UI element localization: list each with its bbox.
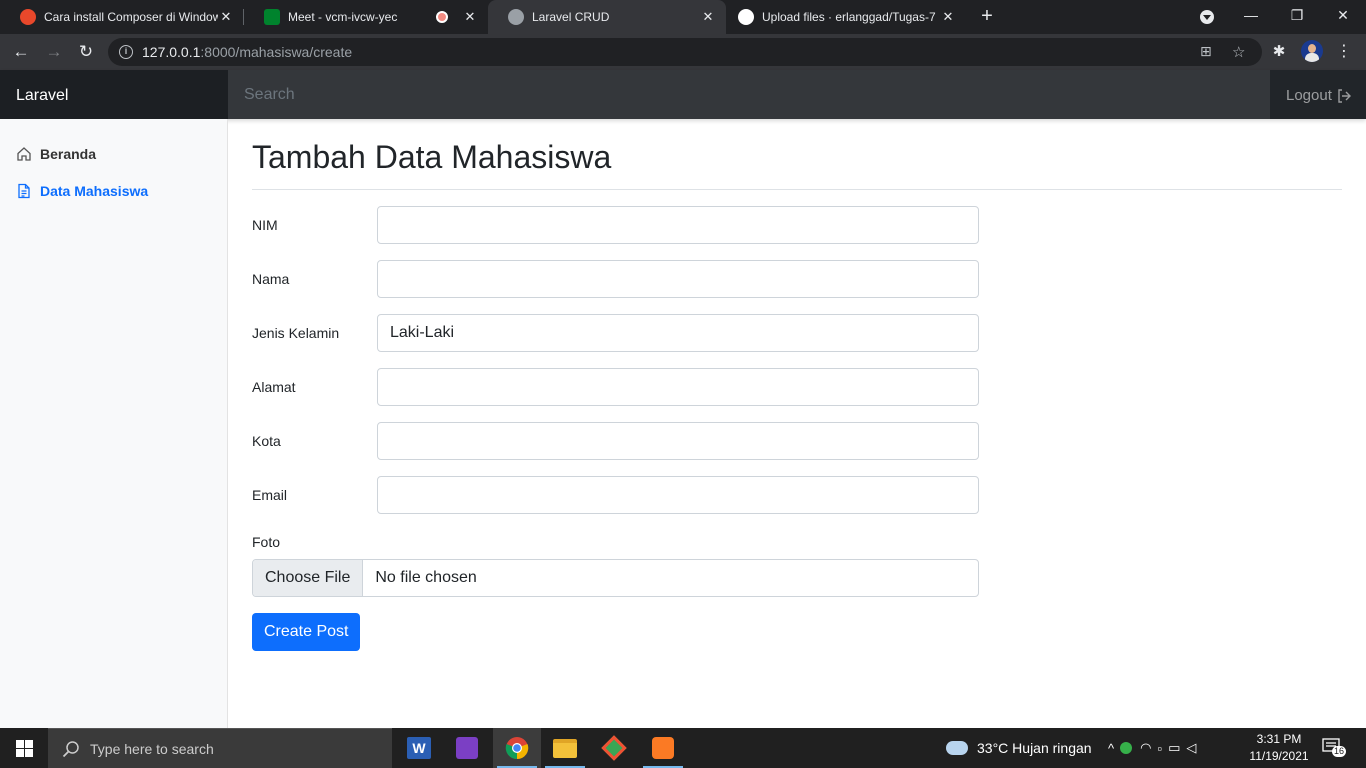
url-text[interactable]: 127.0.0.1:8000/mahasiswa/create	[142, 44, 352, 60]
divider	[252, 189, 1342, 190]
reload-icon[interactable]: ↻	[74, 40, 98, 64]
visual-studio-app-icon[interactable]	[443, 728, 491, 768]
brand-link[interactable]: Laravel	[0, 70, 228, 119]
restore-icon[interactable]: ❐	[1274, 0, 1320, 34]
sidebar-item-label: Data Mahasiswa	[40, 183, 149, 199]
foto-file-input[interactable]: Choose File No file chosen	[252, 559, 979, 597]
battery-icon[interactable]: ▭	[1168, 740, 1186, 756]
kota-label: Kota	[252, 433, 281, 449]
tab-title: Upload files · erlanggad/Tugas-7	[762, 10, 936, 24]
nim-label: NIM	[252, 217, 278, 233]
kota-field[interactable]	[377, 422, 979, 460]
menu-icon[interactable]: ⋮	[1332, 40, 1356, 64]
word-app-icon[interactable]: W	[395, 728, 443, 768]
forward-icon[interactable]: →	[42, 40, 66, 64]
browser-tab-strip: Cara install Composer di Window ✕ Meet -…	[0, 0, 1366, 34]
taskbar-search-placeholder: Type here to search	[90, 740, 214, 757]
foto-label: Foto	[252, 534, 281, 550]
app-navbar: Laravel Logout	[0, 70, 1366, 119]
tab-github-upload[interactable]: Upload files · erlanggad/Tugas-7 ✕	[726, 0, 966, 34]
home-icon	[17, 147, 31, 161]
alamat-field[interactable]	[377, 368, 979, 406]
tab-title: Cara install Composer di Window	[44, 10, 218, 24]
new-tab-button[interactable]: +	[976, 4, 998, 28]
sidebar-item-label: Beranda	[40, 146, 97, 162]
email-label: Email	[252, 487, 288, 503]
logout-icon	[1338, 88, 1351, 103]
windows-taskbar: Type here to search W 33°C Hujan ringan …	[0, 728, 1366, 768]
github-icon	[738, 9, 754, 25]
logout-label: Logout	[1286, 87, 1332, 104]
site-info-icon[interactable]: i	[119, 45, 133, 59]
clock-time: 3:31 PM	[1256, 732, 1302, 746]
tab-composer[interactable]: Cara install Composer di Window ✕	[0, 0, 244, 34]
weather-widget[interactable]: 33°C Hujan ringan	[946, 728, 1092, 768]
choose-file-button[interactable]: Choose File	[253, 560, 364, 596]
email-field[interactable]	[377, 476, 979, 514]
globe-icon	[508, 9, 524, 25]
translate-icon[interactable]: ⊞	[1200, 43, 1212, 60]
meet-favicon-icon	[264, 9, 280, 25]
windows-start-button[interactable]	[0, 728, 48, 768]
address-bar[interactable]: i 127.0.0.1:8000/mahasiswa/create ⊞ ☆	[108, 38, 1262, 66]
notifications-button[interactable]: 16	[1322, 738, 1347, 757]
windows-logo-icon	[15, 739, 33, 757]
nim-field[interactable]	[377, 206, 979, 244]
search-icon	[62, 740, 79, 757]
main-content: Tambah Data Mahasiswa NIM Nama Jenis Kel…	[252, 119, 1342, 728]
bookmark-star-icon[interactable]: ☆	[1232, 43, 1245, 61]
close-window-icon[interactable]: ✕	[1320, 0, 1366, 34]
logout-link[interactable]: Logout	[1286, 87, 1352, 104]
tab-search-icon[interactable]	[1200, 10, 1214, 24]
url-host: 127.0.0.1	[142, 44, 201, 60]
sidebar-item-data-mahasiswa[interactable]: Data Mahasiswa	[16, 183, 148, 199]
chrome-app-icon[interactable]	[493, 728, 541, 768]
nama-field[interactable]	[377, 260, 979, 298]
file-status-text: No file chosen	[375, 569, 477, 586]
cloud-rain-icon	[946, 741, 968, 755]
tab-laravel-crud[interactable]: Laravel CRUD ✕	[488, 0, 726, 34]
page-title: Tambah Data Mahasiswa	[252, 139, 612, 175]
chevron-up-icon[interactable]: ^	[1108, 741, 1120, 756]
tab-meet[interactable]: Meet - vcm-ivcw-yec ✕	[244, 0, 488, 34]
jenis-kelamin-field[interactable]	[377, 314, 979, 352]
clock[interactable]: 3:31 PM 11/19/2021	[1246, 731, 1312, 765]
extensions-icon[interactable]: ✱	[1267, 40, 1291, 64]
back-icon[interactable]: ←	[9, 40, 33, 64]
recording-icon	[436, 11, 448, 23]
close-tab-icon[interactable]: ✕	[940, 9, 956, 25]
tab-title: Laravel CRUD	[532, 10, 610, 24]
taskbar-search-box[interactable]: Type here to search	[48, 728, 392, 768]
nama-label: Nama	[252, 271, 290, 287]
weather-text: 33°C Hujan ringan	[977, 740, 1092, 756]
file-icon	[18, 183, 30, 199]
alamat-label: Alamat	[252, 379, 296, 395]
close-tab-icon[interactable]: ✕	[462, 9, 478, 25]
wifi-icon[interactable]: ◠	[1140, 740, 1157, 756]
xampp-app-icon[interactable]	[639, 728, 687, 768]
sidebar: Beranda Data Mahasiswa	[0, 119, 228, 728]
volume-icon[interactable]: ◁	[1186, 740, 1202, 756]
create-post-button[interactable]: Create Post	[252, 613, 361, 651]
tray-app-icon[interactable]	[1120, 742, 1133, 754]
profile-avatar[interactable]	[1301, 40, 1323, 62]
clock-date: 11/19/2021	[1249, 749, 1309, 763]
meet-now-icon[interactable]: ▫	[1157, 741, 1168, 756]
close-tab-icon[interactable]: ✕	[218, 9, 234, 25]
chrome-icon	[505, 737, 529, 760]
sidebar-item-beranda[interactable]: Beranda	[16, 146, 96, 162]
close-tab-icon[interactable]: ✕	[700, 9, 716, 25]
blog-favicon-icon	[20, 9, 36, 25]
notification-count-badge: 16	[1332, 746, 1347, 757]
minimize-icon[interactable]: —	[1228, 0, 1274, 34]
system-tray-icons[interactable]: ^ ◠ ▫ ▭ ◁	[1108, 728, 1202, 768]
browser-toolbar: ← → ↻ i 127.0.0.1:8000/mahasiswa/create …	[0, 34, 1366, 70]
search-input[interactable]	[228, 70, 1270, 119]
url-path: :8000/mahasiswa/create	[200, 44, 353, 60]
file-explorer-app-icon[interactable]	[541, 728, 589, 768]
tab-title: Meet - vcm-ivcw-yec	[288, 10, 398, 24]
git-app-icon[interactable]	[590, 728, 638, 768]
jenis-kelamin-label: Jenis Kelamin	[252, 325, 340, 341]
